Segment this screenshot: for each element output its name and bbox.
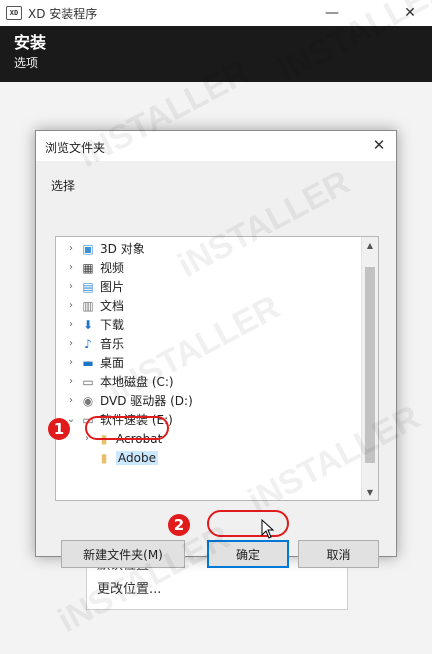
scroll-down-icon[interactable]: ▼ — [362, 484, 378, 500]
tree-item-label: 桌面 — [100, 356, 125, 370]
tree-item[interactable]: › ▣ 3D 对象 — [56, 239, 362, 258]
dialog-instruction: 选择 — [51, 179, 76, 193]
highlight-ring-drive — [85, 416, 169, 440]
dvd-icon: ◉ — [82, 393, 94, 408]
dialog-content: 选择 ▲ ▼ › ▣ 3D 对象 › ▦ 视频 › ▤ 图片 › ▥ 文档 › ⬇ 下载 › ♪ 音乐 › ▬ 桌面 › ▭… — [36, 161, 396, 568]
chevron-right-icon[interactable]: › — [64, 319, 78, 330]
tree-item[interactable]: › ▥ 文档 — [56, 296, 362, 315]
tree-item-label: Adobe — [116, 450, 158, 465]
minimize-button[interactable]: — — [312, 0, 352, 26]
music-icon: ♪ — [84, 336, 92, 351]
downloads-icon: ⬇ — [82, 317, 94, 332]
tree-item[interactable]: › ▭ 本地磁盘 (C:) — [56, 372, 362, 391]
window-title: XD 安装程序 — [28, 6, 98, 21]
location-change-item[interactable]: 更改位置... — [87, 578, 347, 602]
new-folder-button[interactable]: 新建文件夹(M) — [61, 540, 185, 568]
tree-item[interactable]: › ▤ 图片 — [56, 277, 362, 296]
tree-item-label: 音乐 — [100, 337, 125, 351]
header-subtitle: 选项 — [14, 56, 39, 70]
tree-item-label: 文档 — [100, 299, 125, 313]
mouse-cursor-icon — [261, 519, 275, 539]
scroll-thumb[interactable] — [365, 267, 375, 463]
tree-item-label: DVD 驱动器 (D:) — [100, 394, 193, 408]
drive-icon: ▭ — [82, 374, 94, 389]
chevron-right-icon[interactable]: › — [64, 281, 78, 292]
xd-app-icon: XD — [6, 6, 22, 20]
chevron-right-icon[interactable]: › — [64, 357, 78, 368]
tree-item-label: 3D 对象 — [100, 242, 145, 256]
chevron-right-icon[interactable]: › — [64, 300, 78, 311]
video-icon: ▦ — [82, 260, 94, 275]
chevron-right-icon[interactable]: › — [64, 243, 78, 254]
dialog-title: 浏览文件夹 — [45, 141, 106, 155]
highlight-ring-ok — [207, 510, 289, 537]
folder-tree[interactable]: ▲ ▼ › ▣ 3D 对象 › ▦ 视频 › ▤ 图片 › ▥ 文档 › ⬇ 下载 › ♪ 音乐 › ▬ 桌面 › ▭ 本地磁… — [55, 236, 379, 501]
tree-item-label: 视频 — [100, 261, 125, 275]
tree-item[interactable]: › ⬇ 下载 — [56, 315, 362, 334]
desktop-icon: ▬ — [82, 355, 94, 370]
folder-icon: ▮ — [100, 450, 108, 465]
step-2-badge: 2 — [168, 514, 190, 536]
header-title: 安装 — [14, 33, 47, 52]
browse-folder-dialog: 浏览文件夹 ✕ 选择 ▲ ▼ › ▣ 3D 对象 › ▦ 视频 › ▤ 图片 › ▥ 文档 › ⬇ 下载 › ♪… — [35, 130, 397, 568]
tree-item[interactable]: › ▬ 桌面 — [56, 353, 362, 372]
cancel-button[interactable]: 取消 — [298, 540, 379, 568]
3d-objects-icon: ▣ — [82, 241, 94, 256]
documents-icon: ▥ — [82, 298, 94, 313]
chevron-right-icon[interactable]: › — [64, 262, 78, 273]
chevron-right-icon[interactable]: › — [64, 376, 78, 387]
pictures-icon: ▤ — [82, 279, 94, 294]
ok-button[interactable]: 确定 — [207, 540, 289, 568]
tree-item-label: 图片 — [100, 280, 125, 294]
tree-item-label: 下载 — [100, 318, 125, 332]
close-window-button[interactable]: ✕ — [390, 0, 430, 26]
tree-item[interactable]: › ♪ 音乐 — [56, 334, 362, 353]
tree-item[interactable]: ▮ Adobe — [56, 448, 362, 467]
window-titlebar: XD XD 安装程序 — ✕ — [0, 0, 432, 26]
tree-item-label: 本地磁盘 (C:) — [100, 375, 174, 389]
tree-item[interactable]: › ◉ DVD 驱动器 (D:) — [56, 391, 362, 410]
tree-scrollbar[interactable]: ▲ ▼ — [361, 237, 378, 500]
tree-item[interactable]: › ▦ 视频 — [56, 258, 362, 277]
chevron-right-icon[interactable]: › — [64, 395, 78, 406]
chevron-right-icon[interactable]: › — [64, 338, 78, 349]
step-1-badge: 1 — [48, 418, 70, 440]
scroll-up-icon[interactable]: ▲ — [362, 237, 378, 253]
dialog-close-button[interactable]: ✕ — [368, 135, 390, 155]
installer-header: 安装 选项 — [0, 26, 432, 82]
close-icon: ✕ — [372, 136, 386, 154]
